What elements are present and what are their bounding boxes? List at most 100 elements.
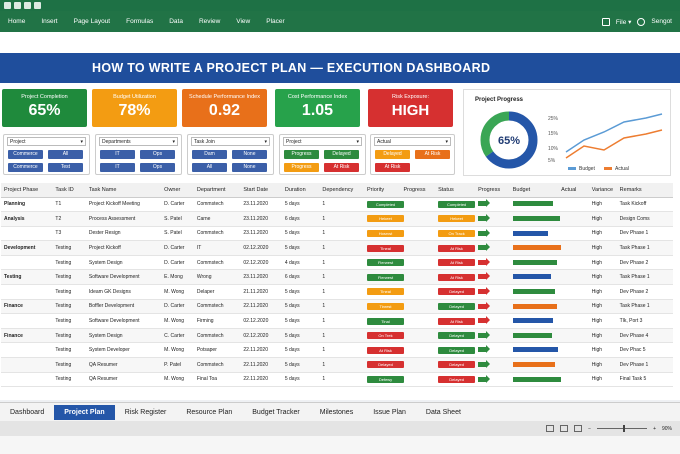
cell-task-id[interactable]: T2 [52,211,86,227]
cell-department[interactable]: Commstech [193,328,241,344]
cell-department[interactable]: Commstech [193,226,241,242]
table-row[interactable]: Finance Testing System Design C. Carter Comm… [1,328,673,344]
cell-department[interactable]: Carne [193,211,241,227]
cell-budget[interactable] [509,313,589,329]
cell-remarks[interactable]: Task Phase 1 [616,240,673,256]
zoom-slider[interactable] [597,425,648,432]
cell-owner[interactable]: D. Carter [161,255,194,271]
cell-budget[interactable] [509,372,589,388]
filter-button[interactable]: IT [100,163,135,172]
sheet-tab[interactable]: Resource Plan [176,405,242,420]
cell-remarks[interactable]: Task Phase 1 [616,299,673,315]
column-header[interactable]: Project Phase [1,183,53,198]
cell-owner[interactable]: C. Carter [161,328,194,344]
cell-duration[interactable]: 4 days [281,255,320,271]
cell-department[interactable]: Commstech [193,255,241,271]
filter-dropdown[interactable]: Project ▾ [7,137,86,146]
cell-dependency[interactable]: 1 [319,226,365,242]
cell-duration[interactable]: 5 days [281,226,320,242]
filter-button[interactable]: All [192,163,227,172]
cell-budget[interactable] [509,226,589,242]
cell-budget[interactable] [509,299,589,315]
column-header[interactable]: Variance [588,183,617,198]
cell-status[interactable]: On Track [435,226,476,242]
filter-button[interactable]: None [232,150,267,159]
cell-duration[interactable]: 5 days [281,372,320,388]
user-icon[interactable] [637,17,646,26]
filter-button[interactable]: Dam [192,150,227,159]
column-header[interactable]: Budget [509,183,559,198]
cell-status[interactable]: At Risk [435,269,476,286]
cell-remarks[interactable]: Task Phase 1 [616,269,673,286]
table-row[interactable]: Testing QA Resumer M. Wong Final Toa 22.11.2… [1,372,673,388]
sheet-tab[interactable]: Milestones [310,405,363,420]
cell-start-date[interactable]: 02.12.2020 [240,313,282,329]
cell-budget[interactable] [509,240,589,256]
filter-button[interactable]: Progress [284,163,319,172]
cell-department[interactable]: Commstech [193,357,241,373]
cell-variance[interactable]: High [588,211,617,227]
column-header[interactable]: Duration [281,183,320,198]
save-icon[interactable] [14,2,21,9]
cell-variance[interactable]: High [588,269,617,286]
cell-dependency[interactable]: 1 [319,255,365,271]
cell-duration[interactable]: 5 days [281,357,320,373]
cell-dependency[interactable]: 1 [319,372,365,388]
cell-variance[interactable]: High [588,284,617,300]
cell-priority[interactable]: Fierwest [364,269,436,286]
table-row[interactable]: Analysis T2 Process Assessment S. Patel Carn… [1,211,673,227]
column-header[interactable]: Priority [364,183,401,198]
cell-start-date[interactable]: 02.12.2020 [240,255,282,271]
cell-department[interactable]: Wrong [193,269,241,286]
cell-start-date[interactable]: 22.11.2020 [240,357,282,373]
cell-priority[interactable]: Delayed [364,357,436,373]
cell-dependency[interactable]: 1 [319,357,365,373]
cell-phase[interactable] [1,372,53,388]
cell-progress-trend[interactable] [475,211,510,227]
cell-start-date[interactable]: 23.11.2020 [240,211,282,227]
cell-dependency[interactable]: 1 [319,299,365,315]
cell-phase[interactable]: Planning [1,197,53,213]
column-header[interactable]: Progress [400,183,436,198]
cell-start-date[interactable]: 22.11.2020 [240,342,282,359]
cell-start-date[interactable]: 22.11.2020 [240,299,282,315]
column-header[interactable]: Dependency [319,183,365,198]
cell-task-name[interactable]: QA Resumer [85,357,162,373]
filter-dropdown[interactable]: Project ▾ [283,137,362,146]
cell-start-date[interactable]: 02.12.2020 [240,240,282,256]
cell-owner[interactable]: M. Wong [161,313,194,329]
cell-status[interactable]: Delayed [435,299,476,315]
cell-status[interactable]: Delayed [435,357,476,373]
cell-progress-trend[interactable] [475,372,510,388]
cell-priority[interactable]: Tinrest [364,299,436,315]
cell-task-name[interactable]: Software Development [85,269,162,286]
filter-button[interactable]: Ops [140,150,175,159]
cell-task-id[interactable]: Testing [52,240,86,256]
cell-variance[interactable]: High [588,299,617,315]
cell-progress-trend[interactable] [475,240,510,256]
zoom-out-icon[interactable]: − [588,426,591,432]
zoom-in-icon[interactable]: + [653,426,656,432]
cell-variance[interactable]: High [588,255,617,271]
table-row[interactable]: Testing Software Development M. Wong Firmin… [1,313,673,329]
sheet-tab[interactable]: Budget Tracker [242,405,309,420]
cell-start-date[interactable]: 23.11.2020 [240,226,282,242]
cell-owner[interactable]: D. Carter [161,197,194,213]
cell-task-name[interactable]: Project Kickoff [85,240,162,256]
cell-duration[interactable]: 5 days [281,240,320,256]
sheet-tab[interactable]: Dashboard [0,405,54,420]
cell-budget[interactable] [509,342,589,359]
cell-budget[interactable] [509,269,589,286]
normal-view-icon[interactable] [546,425,555,432]
ribbon-tab-home[interactable]: Home [0,18,33,25]
cell-task-name[interactable]: Dester Resign [85,226,162,242]
cell-status[interactable]: At Risk [435,313,476,329]
cell-priority[interactable]: Hosrvst [364,226,436,242]
cell-remarks[interactable]: Dev Phase 4 [616,328,673,344]
cell-status[interactable]: Delayed [435,284,476,300]
window-icon[interactable] [601,17,610,26]
cell-phase[interactable]: Development [1,240,53,256]
cell-priority[interactable]: Tineal [364,284,436,300]
filter-button[interactable]: None [232,163,267,172]
ribbon-tab-view[interactable]: View [228,18,258,25]
